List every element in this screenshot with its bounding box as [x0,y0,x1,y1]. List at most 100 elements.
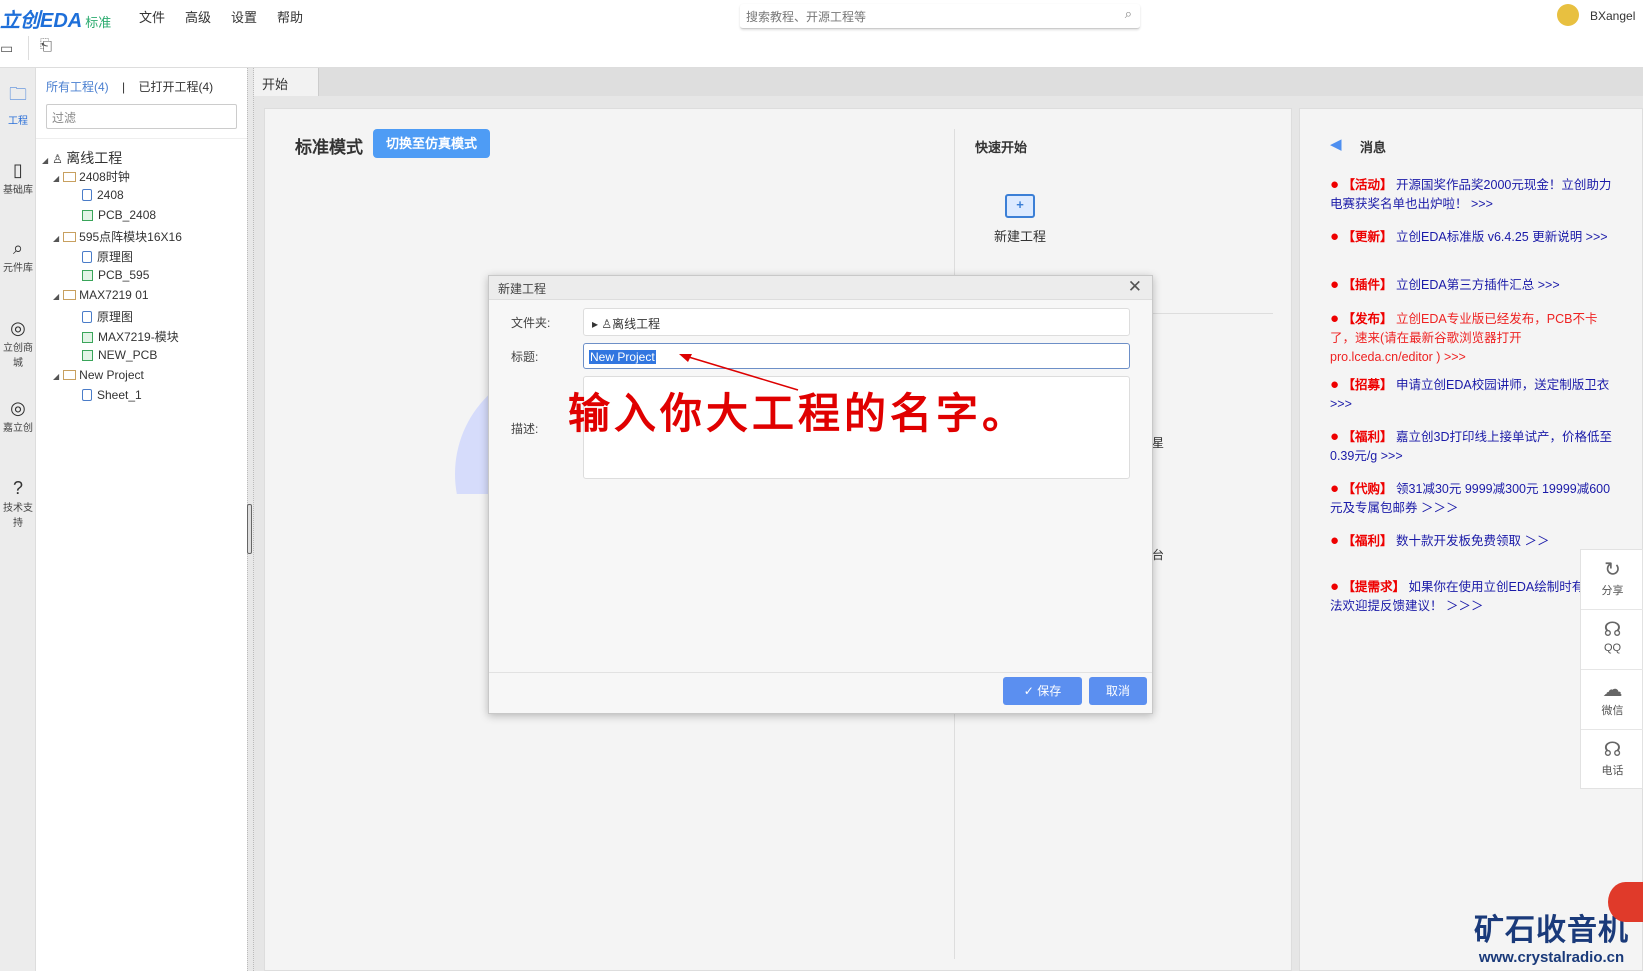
tree-item[interactable]: 原理图 [36,248,247,268]
folder-select[interactable]: ▸ ♙离线工程 [583,308,1130,336]
bullet-icon: ● [1330,428,1340,445]
new-folder-icon: + [1005,194,1035,218]
folder-icon: 🗀 [9,84,27,104]
nav-component-lib[interactable]: ⌕ 元件库 [0,238,36,274]
title-label: 标题: [511,350,539,364]
search-input[interactable]: 搜索教程、开源工程等 ⌕ [740,4,1140,29]
phone-button[interactable]: ☊ 电话 [1581,730,1643,790]
message-item[interactable]: ● 【福利】 数十款开发板免费领取 ＞＞ [1330,531,1622,551]
user-icon: ♙ [601,317,613,331]
collapse-handle[interactable] [247,504,252,554]
tree-item[interactable]: Sheet_1 [36,388,247,408]
avatar[interactable] [1557,4,1579,26]
tree-item[interactable]: 2408 [36,188,247,208]
quick-start-title: 快速开始 [975,140,1028,155]
message-item[interactable]: ● 【插件】 立创EDA第三方插件汇总 >>> [1330,275,1622,295]
nav-jlc[interactable]: ◎ 嘉立创 [0,398,36,434]
folder-icon [63,370,77,380]
search-icon[interactable]: ⌕ [1125,6,1132,22]
panel-splitter[interactable] [247,68,254,971]
description-label: 描述: [511,422,539,436]
tree-item[interactable]: 原理图 [36,308,247,328]
new-project-dialog: 新建工程 ✕ 文件夹: ▸ ♙离线工程 标题: New Project 描述: … [488,275,1153,714]
menu-file[interactable]: 文件 [139,7,165,26]
partial-text: 台 [1152,548,1165,562]
messages-panel: ◀ 消息 ● 【活动】 开源国奖作品奖2000元现金！立创助力电赛获奖名单也出炉… [1299,108,1643,971]
expand-icon[interactable]: ◢ [53,292,59,301]
tree-item[interactable]: ◢ 595点阵模块16X16 [36,228,247,248]
bullet-icon: ● [1330,480,1340,497]
toolbar: ▭ ⎗ [0,32,1643,68]
wechat-button[interactable]: ☁ 微信 [1581,670,1643,730]
schematic-icon [82,189,92,201]
menu-help[interactable]: 帮助 [277,7,303,26]
open-folder-icon[interactable]: ⎗ [40,37,52,54]
folder-icon [63,172,77,182]
tree-item[interactable]: PCB_2408 [36,208,247,228]
new-project-shortcut[interactable]: + 新建工程 [985,194,1055,245]
user-icon: ♙ [52,152,67,166]
message-item[interactable]: ● 【更新】 立创EDA标准版 v6.4.25 更新说明 >>> [1330,227,1622,247]
nav-support[interactable]: ? 技术支持 [0,478,36,529]
cancel-button[interactable]: 取消 [1089,677,1147,705]
message-item[interactable]: ● 【福利】 嘉立创3D打印线上接单试产，价格低至0.39元/g >>> [1330,427,1622,466]
nav-lcsc-store[interactable]: ◎ 立创商城 [0,318,36,369]
close-icon[interactable]: ✕ [1128,277,1142,297]
expand-icon[interactable]: ◢ [53,174,59,183]
tab-separator: | [122,80,126,94]
project-tabs: 所有工程(4) | 已打开工程(4) [46,78,213,95]
bullet-icon: ● [1330,276,1340,293]
tree-item[interactable]: ◢ New Project [36,368,247,388]
help-icon: ? [12,478,23,498]
expand-icon[interactable]: ◢ [42,156,48,165]
expand-icon[interactable]: ◢ [53,234,59,243]
mode-title: 标准模式 [295,138,363,157]
user-name[interactable]: BXangel [1590,9,1635,23]
qq-button[interactable]: ☊ QQ [1581,610,1643,670]
menu-advanced[interactable]: 高级 [185,7,211,26]
search-chip-icon: ⌕ [12,238,24,258]
jlc-icon: ◎ [10,398,26,418]
expand-icon[interactable]: ◢ [53,372,59,381]
folder-label: 文件夹: [511,316,551,330]
filter-input[interactable]: 过滤 [46,104,237,129]
social-bar: ↻ 分享 ☊ QQ ☁ 微信 ☊ 电话 [1580,549,1643,789]
bullet-icon: ● [1330,578,1340,595]
tree-item[interactable]: ◢ 2408时钟 [36,168,247,188]
bullet-icon: ● [1330,532,1340,549]
bullet-icon: ● [1330,176,1340,193]
message-item[interactable]: ● 【活动】 开源国奖作品奖2000元现金！立创助力电赛获奖名单也出炉啦！ >>… [1330,175,1622,214]
message-item[interactable]: ● 【提需求】 如果你在使用立创EDA绘制时有任何想法欢迎提反馈建议！ ＞＞＞ [1330,577,1622,616]
app-logo: 立创EDA 标准 [0,10,112,32]
tab-all-projects[interactable]: 所有工程(4) [46,80,109,94]
switch-simulation-button[interactable]: 切换至仿真模式 [373,129,490,158]
nav-project[interactable]: 🗀 工程 [0,82,36,127]
tree-item[interactable]: MAX7219-模块 [36,328,247,348]
schematic-icon [82,251,92,263]
title-input[interactable]: New Project [583,343,1130,369]
save-button[interactable]: ✓ 保存 [1003,677,1082,705]
tree-item[interactable]: ◢ MAX7219 01 [36,288,247,308]
tree-item[interactable]: PCB_595 [36,268,247,288]
mascot-image [1608,882,1643,922]
folder-icon [63,290,77,300]
share-icon: ↻ [1604,559,1621,581]
headset-icon: ☊ [1603,739,1622,761]
qq-icon: ☊ [1603,619,1622,641]
tree-item[interactable]: ◢ ♙ 离线工程 [36,148,247,168]
tab-start[interactable]: 开始 [254,68,319,96]
chip-icon: ▯ [13,160,23,180]
folder-icon [63,232,77,242]
nav-basic-lib[interactable]: ▯ 基础库 [0,160,36,196]
menu-bar: 立创EDA 标准 文件 高级 设置 帮助 搜索教程、开源工程等 ⌕ BXangel [0,0,1643,32]
share-button[interactable]: ↻ 分享 [1581,550,1643,610]
tree-item[interactable]: NEW_PCB [36,348,247,368]
save-icon[interactable]: ▭ [0,40,13,57]
menu-settings[interactable]: 设置 [231,7,257,26]
tab-open-projects[interactable]: 已打开工程(4) [138,80,213,94]
message-item[interactable]: ● 【招募】 申请立创EDA校园讲师，送定制版卫衣 >>> [1330,375,1622,414]
bullet-icon: ● [1330,228,1340,245]
message-item[interactable]: ● 【代购】 领31减30元 9999减300元 19999减600元及专属包邮… [1330,479,1622,518]
message-item[interactable]: ● 【发布】 立创EDA专业版已经发布，PCB不卡了，速来(请在最新谷歌浏览器打… [1330,309,1622,367]
dialog-title: 新建工程 [498,282,547,296]
